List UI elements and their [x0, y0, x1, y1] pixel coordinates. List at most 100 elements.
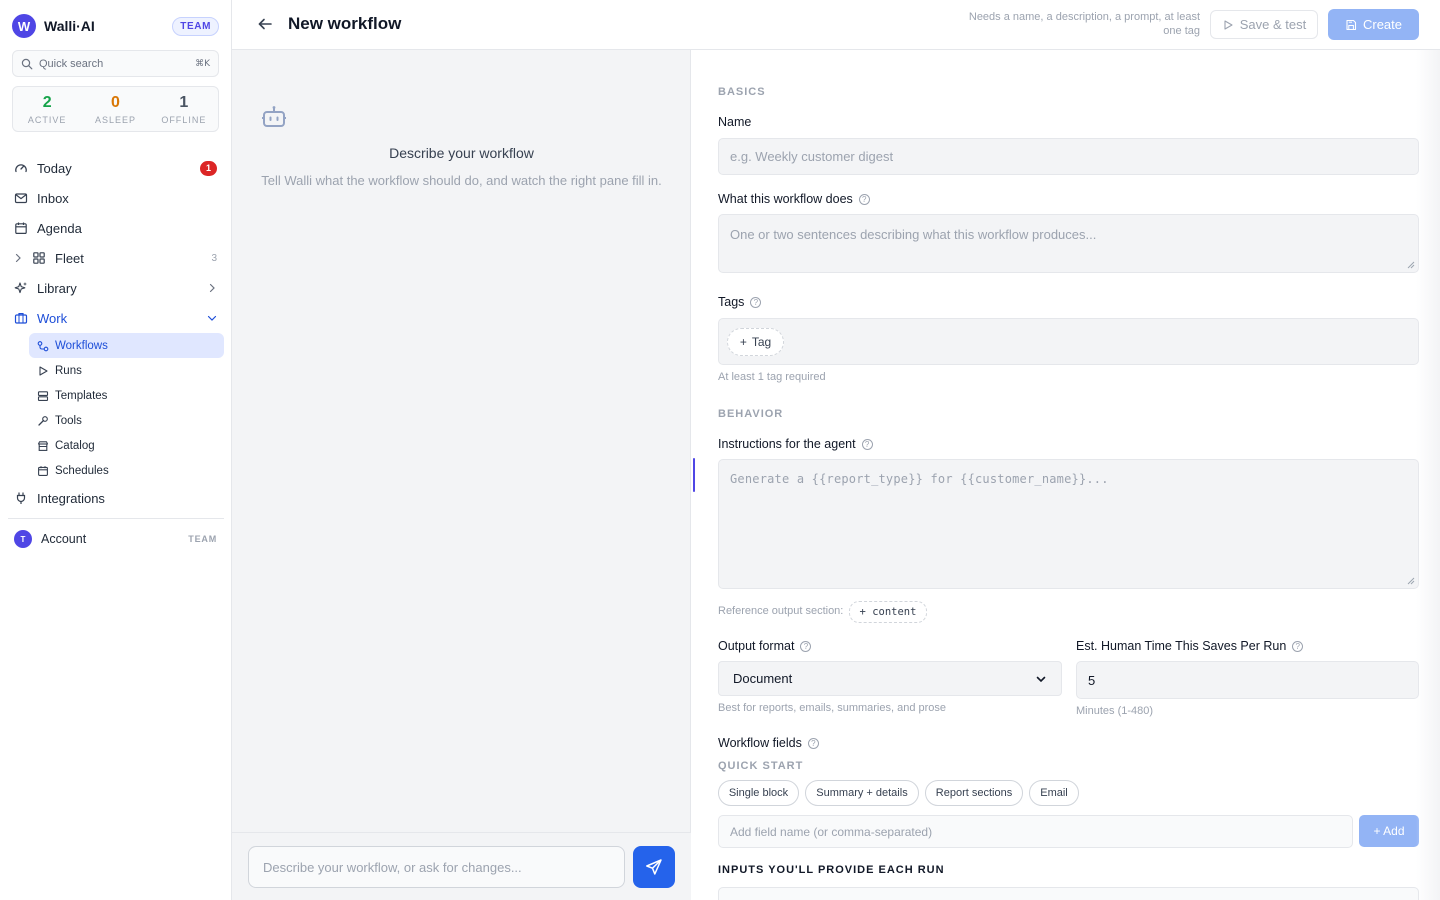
- name-label: Name: [718, 115, 751, 129]
- add-field-button[interactable]: + Add: [1359, 815, 1419, 847]
- quick-start-summary-details[interactable]: Summary + details: [805, 780, 919, 806]
- requirements-hint: Needs a name, a description, a prompt, a…: [968, 11, 1200, 37]
- sub-label: Workflows: [55, 339, 108, 352]
- back-arrow-icon[interactable]: [256, 15, 274, 33]
- chat-empty-title: Describe your workflow: [389, 145, 534, 161]
- sidebar-item-runs[interactable]: Runs: [29, 358, 224, 383]
- nav-item-library[interactable]: Library: [0, 273, 232, 303]
- chevron-right-icon: [206, 282, 218, 294]
- search-icon: [21, 58, 33, 70]
- workflow-fields-label: Workflow fields ?: [718, 736, 819, 750]
- section-behavior: BEHAVIOR: [718, 408, 784, 420]
- brand[interactable]: W Walli·AI TEAM: [12, 14, 219, 38]
- output-format-select[interactable]: Document: [718, 661, 1062, 696]
- sidebar-item-schedules[interactable]: Schedules: [29, 458, 224, 483]
- chevron-down-icon: [206, 312, 218, 324]
- fleet-count: 3: [211, 252, 217, 264]
- nav-item-integrations[interactable]: Integrations: [0, 483, 232, 513]
- mail-icon: [14, 191, 28, 205]
- stat-asleep: 0 ASLEEP: [81, 87, 149, 131]
- output-format-label: Output format ?: [718, 639, 812, 653]
- quick-start-single-block[interactable]: Single block: [718, 780, 799, 806]
- help-icon[interactable]: ?: [1292, 640, 1304, 652]
- nav-item-inbox[interactable]: Inbox: [0, 183, 232, 213]
- name-input[interactable]: e.g. Weekly customer digest: [718, 138, 1419, 175]
- tags-box[interactable]: + Tag: [718, 318, 1419, 365]
- help-icon[interactable]: ?: [800, 640, 812, 652]
- stat-asleep-value: 0: [111, 93, 120, 111]
- chat-input[interactable]: [248, 846, 625, 888]
- nav-label: Fleet: [55, 250, 84, 266]
- time-saved-label-text: Est. Human Time This Saves Per Run: [1076, 639, 1287, 653]
- quick-start-report-sections[interactable]: Report sections: [925, 780, 1023, 806]
- create-button[interactable]: Create: [1328, 9, 1419, 40]
- grid-icon: [32, 251, 46, 265]
- add-tag-button[interactable]: + Tag: [727, 327, 784, 356]
- sub-label: Templates: [55, 389, 108, 402]
- plug-icon: [14, 491, 28, 505]
- resize-grip-icon[interactable]: [1407, 261, 1415, 269]
- quick-search-label: Quick search: [39, 57, 104, 70]
- sidebar-item-tools[interactable]: Tools: [29, 408, 224, 433]
- instructions-textarea[interactable]: Generate a {{report_type}} for {{custome…: [718, 459, 1419, 589]
- nav-item-fleet[interactable]: Fleet 3: [0, 243, 232, 273]
- stat-asleep-label: ASLEEP: [94, 114, 136, 125]
- help-icon[interactable]: ?: [861, 438, 873, 450]
- time-saved-value: 5: [1088, 672, 1096, 688]
- time-saved-note: Minutes (1-480): [1076, 705, 1154, 717]
- workflow-fields-label-text: Workflow fields: [718, 736, 802, 750]
- sidebar-item-catalog[interactable]: Catalog: [29, 433, 224, 458]
- chat-pane: Describe your workflow Tell Walli what t…: [232, 50, 691, 900]
- inputs-list-box: [718, 887, 1419, 900]
- play-icon: [1222, 19, 1234, 31]
- nav-divider: [8, 518, 224, 519]
- description-label-text: What this workflow does: [718, 192, 853, 206]
- brand-logo: W: [12, 14, 36, 38]
- add-field-input[interactable]: Add field name (or comma-separated): [718, 815, 1353, 848]
- save-icon: [1345, 19, 1357, 31]
- tags-label: Tags ?: [718, 295, 762, 309]
- nav-item-work[interactable]: Work: [0, 303, 232, 333]
- time-saved-label: Est. Human Time This Saves Per Run ?: [1076, 639, 1304, 653]
- description-placeholder: One or two sentences describing what thi…: [730, 227, 1097, 242]
- output-format-label-text: Output format: [718, 639, 795, 653]
- brand-name: Walli·AI: [44, 18, 95, 34]
- quick-search[interactable]: Quick search ⌘K: [12, 50, 219, 77]
- instructions-placeholder: Generate a {{report_type}} for {{custome…: [730, 472, 1109, 486]
- scroll-fade: [1416, 50, 1440, 900]
- sidebar-item-workflows[interactable]: Workflows: [29, 333, 224, 358]
- today-count-badge: 1: [200, 160, 217, 176]
- sidebar-item-templates[interactable]: Templates: [29, 383, 224, 408]
- page-title: New workflow: [288, 14, 402, 33]
- description-label: What this workflow does ?: [718, 192, 870, 206]
- chevron-right-icon[interactable]: [12, 252, 24, 264]
- nav-item-today[interactable]: Today 1: [0, 153, 232, 183]
- send-button[interactable]: [633, 846, 675, 888]
- splitter-handle[interactable]: [693, 458, 695, 492]
- sparkle-icon: [14, 281, 28, 295]
- name-placeholder: e.g. Weekly customer digest: [730, 149, 894, 164]
- quick-start-email[interactable]: Email: [1029, 780, 1079, 806]
- chat-composer: [232, 832, 691, 900]
- save-and-test-button[interactable]: Save & test: [1210, 10, 1318, 39]
- tags-requirement-note: At least 1 tag required: [718, 371, 826, 383]
- help-icon[interactable]: ?: [750, 296, 762, 308]
- stat-active-label: ACTIVE: [27, 114, 67, 125]
- description-textarea[interactable]: One or two sentences describing what thi…: [718, 214, 1419, 273]
- nav-label: Work: [37, 310, 68, 326]
- send-icon: [645, 858, 663, 876]
- output-format-value: Document: [733, 671, 793, 686]
- name-label-text: Name: [718, 115, 752, 129]
- help-icon[interactable]: ?: [807, 737, 819, 749]
- templates-icon: [37, 390, 49, 402]
- briefcase-icon: [14, 311, 28, 325]
- time-saved-input[interactable]: 5: [1076, 661, 1419, 699]
- nav-item-agenda[interactable]: Agenda: [0, 213, 232, 243]
- reference-content-chip[interactable]: + content: [849, 601, 927, 623]
- main-nav: Today 1 Inbox Agenda Fleet 3 Library Wor…: [0, 153, 232, 554]
- workflow-form: BASICS Name e.g. Weekly customer digest …: [697, 50, 1440, 900]
- resize-grip-icon[interactable]: [1407, 577, 1415, 585]
- nav-item-account[interactable]: T Account TEAM: [0, 524, 232, 554]
- tags-label-text: Tags: [718, 295, 745, 309]
- help-icon[interactable]: ?: [858, 193, 870, 205]
